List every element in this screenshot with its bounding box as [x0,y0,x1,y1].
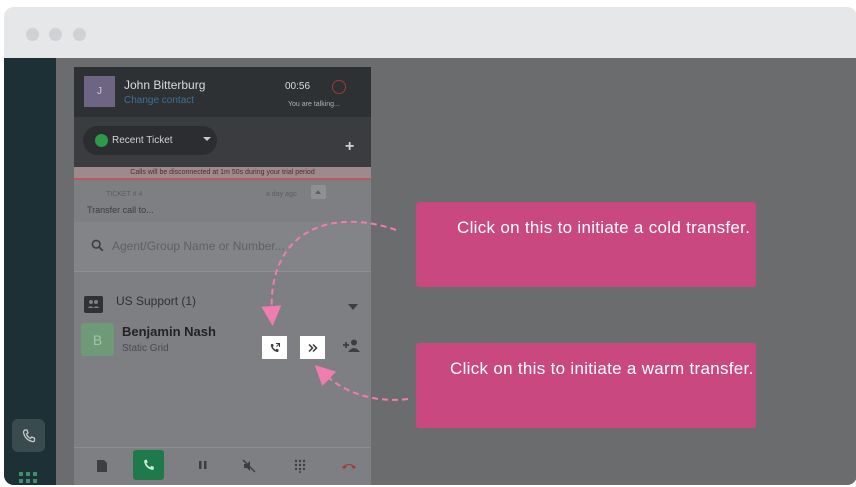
browser-window: J John Bitterburg Change contact 00:56 Y… [4,7,856,485]
title-bar [4,7,856,58]
warm-transfer-arrow [314,365,409,401]
zoom-dot[interactable] [73,28,86,41]
cold-transfer-arrow [261,220,397,326]
minimize-dot[interactable] [49,28,62,41]
close-dot[interactable] [26,28,39,41]
annotation-arrows [261,220,409,401]
app-content: J John Bitterburg Change contact 00:56 Y… [4,58,856,485]
